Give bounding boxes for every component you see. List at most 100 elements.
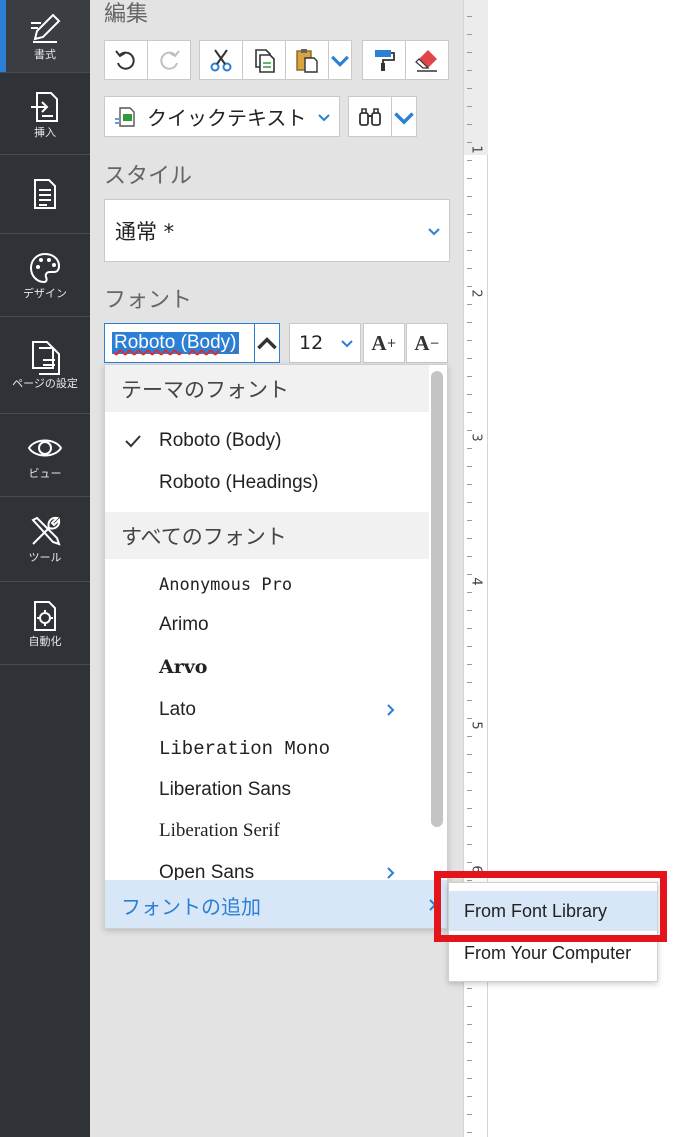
font-option-liberation-mono[interactable]: Liberation Mono bbox=[105, 728, 429, 770]
font-option-label: Roboto (Headings) bbox=[159, 472, 319, 493]
ruler-tick bbox=[467, 484, 472, 485]
font-option-label: Lato bbox=[159, 699, 196, 720]
font-option-arimo[interactable]: Arimo bbox=[105, 605, 429, 645]
ruler-tick bbox=[467, 268, 472, 269]
ruler-tick bbox=[467, 1024, 472, 1025]
paste-options-dropdown[interactable] bbox=[328, 40, 352, 80]
font-option-liberation-sans[interactable]: Liberation Sans bbox=[105, 769, 429, 811]
clear-format-button[interactable] bbox=[405, 40, 449, 80]
shrink-font-label: A bbox=[414, 330, 430, 355]
add-font-menu-item[interactable]: フォントの追加 bbox=[105, 880, 447, 928]
ruler-tick bbox=[467, 52, 472, 53]
undo-icon bbox=[115, 50, 135, 70]
ruler-tick bbox=[467, 412, 472, 413]
font-name-toggle[interactable] bbox=[254, 323, 280, 363]
ruler-number: 2 bbox=[468, 289, 484, 298]
ruler-tick bbox=[467, 754, 472, 755]
paste-icon bbox=[296, 49, 318, 73]
cut-button[interactable] bbox=[199, 40, 243, 80]
ruler-tick bbox=[467, 376, 472, 377]
shrink-font-button[interactable]: A − bbox=[406, 323, 448, 363]
ruler-tick bbox=[467, 286, 472, 287]
nav-item-design[interactable]: デザイン bbox=[0, 234, 90, 317]
font-option-roboto-body[interactable]: Roboto (Body) bbox=[105, 420, 429, 462]
nav-label: ビュー bbox=[28, 467, 62, 480]
ruler-tick bbox=[467, 862, 472, 863]
dropdown-scrollbar[interactable] bbox=[431, 371, 443, 827]
chevron-down-icon bbox=[331, 55, 349, 67]
eye-icon bbox=[27, 439, 63, 457]
font-name-input[interactable]: Roboto (Body) bbox=[104, 323, 255, 363]
ruler-tick bbox=[467, 808, 472, 809]
add-font-label: フォントの追加 bbox=[121, 894, 261, 919]
font-section-title: フォント bbox=[104, 288, 193, 313]
font-option-lato[interactable]: Lato bbox=[105, 689, 429, 731]
font-option-label: Anonymous Pro bbox=[159, 575, 293, 595]
ruler-number: 1 bbox=[468, 145, 484, 154]
nav-rail: 書式 挿入 デザイン ページの設定 ビュー ツール 自動化 bbox=[0, 0, 90, 1137]
font-option-liberation-serif[interactable]: Liberation Serif bbox=[105, 810, 429, 852]
chevron-up-icon bbox=[257, 337, 277, 350]
checkmark-icon bbox=[125, 435, 141, 448]
ruler-tick bbox=[467, 682, 472, 683]
font-option-label: Arvo bbox=[159, 656, 208, 678]
quick-text-icon bbox=[115, 106, 135, 127]
ruler-tick bbox=[467, 70, 472, 71]
font-option-anonymous-pro[interactable]: Anonymous Pro bbox=[105, 565, 429, 605]
nav-item-page-setup[interactable]: ページの設定 bbox=[0, 317, 90, 414]
ruler-number: 4 bbox=[468, 577, 484, 586]
paint-roller-icon bbox=[375, 50, 395, 71]
annotation-highlight-box bbox=[434, 871, 667, 942]
nav-label: ツール bbox=[28, 551, 62, 564]
font-option-label: Liberation Serif bbox=[159, 820, 280, 841]
ruler-tick bbox=[467, 1042, 472, 1043]
ruler-tick bbox=[467, 502, 472, 503]
ruler-tick bbox=[467, 646, 472, 647]
undo-button[interactable] bbox=[104, 40, 148, 80]
ruler-tick bbox=[467, 790, 472, 791]
nav-item-automation[interactable]: 自動化 bbox=[0, 582, 90, 665]
font-option-roboto-headings[interactable]: Roboto (Headings) bbox=[105, 462, 429, 504]
edit-section-title: 編集 bbox=[104, 2, 149, 27]
nav-item-view[interactable]: ビュー bbox=[0, 414, 90, 497]
all-fonts-header: すべてのフォント bbox=[105, 512, 429, 559]
nav-item-insert[interactable]: 挿入 bbox=[0, 73, 90, 155]
font-option-arvo[interactable]: Arvo bbox=[105, 646, 429, 688]
find-replace-button[interactable] bbox=[348, 96, 392, 137]
grow-font-button[interactable]: A + bbox=[363, 323, 405, 363]
ruler-tick bbox=[467, 1096, 472, 1097]
font-option-label: Liberation Sans bbox=[159, 779, 292, 800]
ruler-tick bbox=[467, 574, 472, 575]
font-name-value: Roboto (Body) bbox=[112, 332, 239, 354]
grow-font-label: A bbox=[371, 330, 387, 355]
font-option-label: Arimo bbox=[159, 614, 209, 635]
binoculars-icon bbox=[359, 107, 381, 126]
style-dropdown[interactable]: 通常 * bbox=[104, 199, 450, 262]
ruler-tick bbox=[467, 736, 472, 737]
automation-icon bbox=[34, 601, 56, 631]
ruler-tick bbox=[467, 610, 472, 611]
chevron-down-icon bbox=[341, 340, 353, 348]
page-setup-icon bbox=[32, 341, 60, 375]
nav-item-tools[interactable]: ツール bbox=[0, 497, 90, 582]
ruler-tick bbox=[467, 592, 472, 593]
tools-icon bbox=[31, 516, 61, 546]
copy-button[interactable] bbox=[242, 40, 286, 80]
ruler-tick bbox=[467, 232, 472, 233]
ruler-margin bbox=[464, 0, 489, 155]
paste-button[interactable] bbox=[285, 40, 329, 80]
font-size-dropdown[interactable]: 12 bbox=[289, 323, 361, 363]
nav-item-document[interactable] bbox=[0, 155, 90, 234]
ruler-tick bbox=[467, 214, 472, 215]
nav-item-format[interactable]: 書式 bbox=[0, 0, 90, 73]
font-size-value: 12 bbox=[299, 332, 324, 354]
format-icon bbox=[31, 13, 61, 43]
redo-button[interactable] bbox=[147, 40, 191, 80]
find-options-dropdown[interactable] bbox=[391, 96, 417, 137]
quick-text-dropdown[interactable]: クイックテキスト bbox=[104, 96, 340, 137]
nav-label: ページの設定 bbox=[12, 377, 78, 390]
ruler-tick bbox=[467, 844, 472, 845]
ruler-tick bbox=[467, 34, 472, 35]
ruler-tick bbox=[467, 430, 472, 431]
format-painter-button[interactable] bbox=[362, 40, 406, 80]
